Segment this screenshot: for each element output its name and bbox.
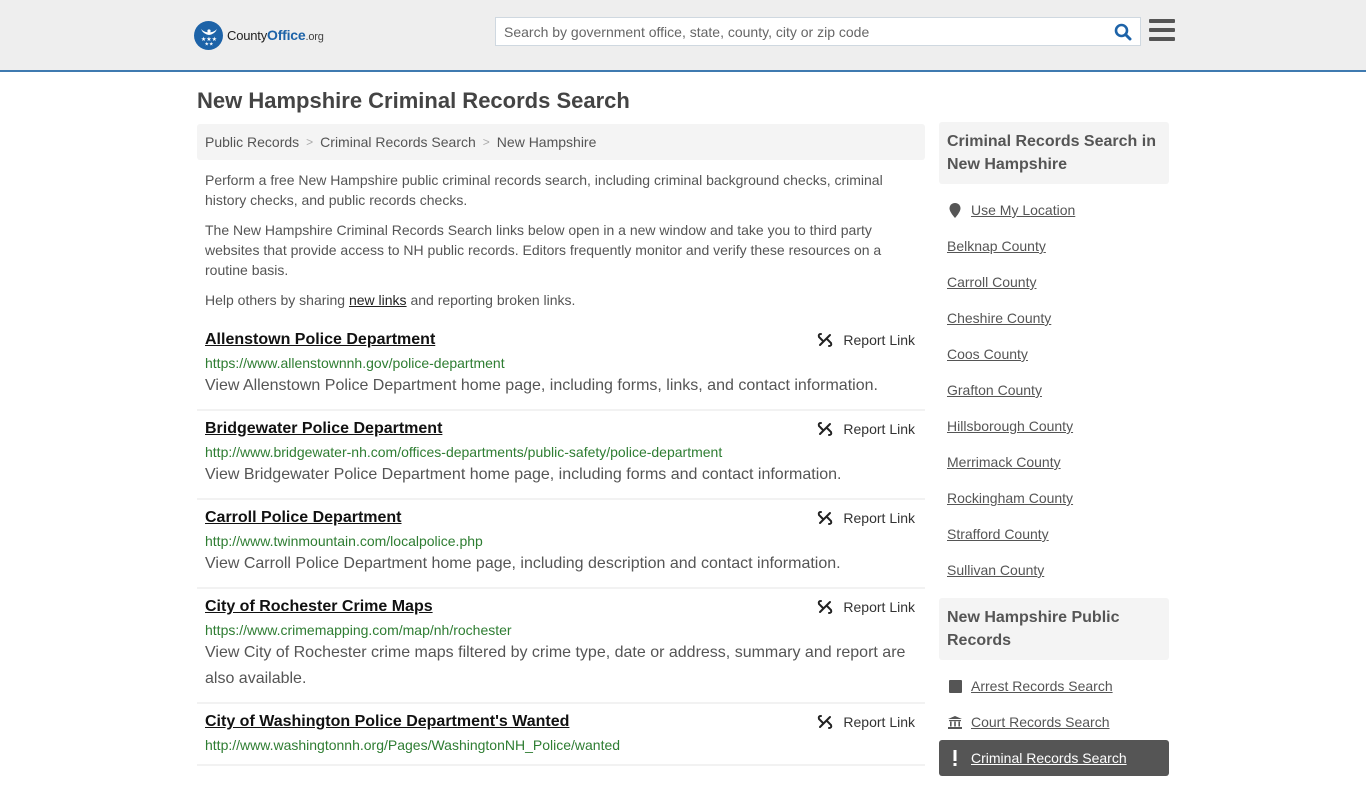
breadcrumb-public-records[interactable]: Public Records (205, 134, 299, 150)
logo-wordmark: CountyOffice.org (227, 27, 324, 43)
new-links-link[interactable]: new links (349, 292, 407, 308)
county-link[interactable]: Coos County (947, 346, 1028, 362)
sidebar-county-item[interactable]: Sullivan County (947, 552, 1169, 588)
sidebar-county-item[interactable]: Rockingham County (947, 480, 1169, 516)
intro-paragraph: Help others by sharing new links and rep… (205, 292, 576, 308)
map-marker-icon (947, 202, 963, 218)
sidebar-county-item[interactable]: Cheshire County (947, 300, 1169, 336)
sidebar-item-court-records[interactable]: Court Records Search (947, 704, 1169, 740)
report-link-button[interactable]: Report Link (817, 599, 915, 615)
results-list: Allenstown Police Department Report Link… (197, 322, 925, 766)
broken-link-icon (818, 333, 833, 347)
report-link-button[interactable]: Report Link (817, 510, 915, 526)
broken-link-icon (818, 715, 833, 729)
result-url: https://www.crimemapping.com/map/nh/roch… (205, 622, 512, 638)
intro-paragraph: The New Hampshire Criminal Records Searc… (205, 222, 882, 278)
square-icon (947, 679, 963, 693)
breadcrumb-separator: > (482, 135, 490, 149)
result-item: Bridgewater Police Department Report Lin… (197, 411, 925, 500)
courthouse-icon (947, 715, 963, 729)
county-link[interactable]: Rockingham County (947, 490, 1073, 506)
site-header: ★★★ ★★ CountyOffice.org (0, 0, 1366, 72)
result-url: http://www.bridgewater-nh.com/offices-de… (205, 444, 723, 460)
broken-link-icon (818, 422, 833, 436)
sidebar-county-item[interactable]: Belknap County (947, 228, 1169, 264)
site-search (495, 17, 1141, 46)
sidebar: Criminal Records Search in New Hampshire… (939, 122, 1169, 786)
sidebar-county-item[interactable]: Strafford County (947, 516, 1169, 552)
criminal-records-link[interactable]: Criminal Records Search (971, 750, 1127, 766)
sidebar-county-item[interactable]: Hillsborough County (947, 408, 1169, 444)
sidebar-county-item[interactable]: Coos County (947, 336, 1169, 372)
result-title-link[interactable]: Allenstown Police Department (205, 330, 435, 350)
result-description: View Allenstown Police Department home p… (205, 377, 878, 394)
breadcrumb-current: New Hampshire (496, 134, 597, 150)
sidebar-heading-criminal-records: Criminal Records Search in New Hampshire (939, 122, 1169, 184)
county-link[interactable]: Belknap County (947, 238, 1046, 254)
breadcrumb-separator: > (306, 135, 314, 149)
sidebar-item-arrest-records[interactable]: Arrest Records Search (947, 668, 1169, 704)
county-link[interactable]: Strafford County (947, 526, 1049, 542)
intro-paragraph: Perform a free New Hampshire public crim… (205, 172, 883, 208)
county-link[interactable]: Hillsborough County (947, 418, 1073, 434)
breadcrumb: Public Records > Criminal Records Search… (197, 124, 925, 160)
county-list: Use My Location Belknap County Carroll C… (939, 184, 1169, 598)
search-input[interactable] (496, 18, 1106, 45)
use-my-location-item[interactable]: Use My Location (947, 192, 1169, 228)
use-my-location-link[interactable]: Use My Location (971, 202, 1075, 218)
result-description: View Bridgewater Police Department home … (205, 466, 842, 483)
county-link[interactable]: Grafton County (947, 382, 1042, 398)
report-link-button[interactable]: Report Link (817, 421, 915, 437)
broken-link-icon (818, 511, 833, 525)
county-link[interactable]: Carroll County (947, 274, 1036, 290)
sidebar-county-item[interactable]: Merrimack County (947, 444, 1169, 480)
result-item: City of Washington Police Department's W… (197, 704, 925, 766)
svg-text:★★: ★★ (204, 42, 213, 47)
report-link-button[interactable]: Report Link (817, 332, 915, 348)
eagle-stars-logo-icon: ★★★ ★★ (194, 20, 223, 50)
exclamation-icon (947, 750, 963, 766)
sidebar-county-item[interactable]: Carroll County (947, 264, 1169, 300)
public-records-list: Arrest Records Search Court Records Sear… (939, 660, 1169, 786)
search-button[interactable] (1106, 18, 1140, 45)
county-link[interactable]: Merrimack County (947, 454, 1061, 470)
result-description: View City of Rochester crime maps filter… (205, 644, 906, 687)
result-url: http://www.twinmountain.com/localpolice.… (205, 533, 483, 549)
report-link-button[interactable]: Report Link (817, 714, 915, 730)
result-title-link[interactable]: Carroll Police Department (205, 508, 402, 528)
hamburger-menu-icon[interactable] (1149, 19, 1175, 43)
intro-text: Perform a free New Hampshire public crim… (205, 170, 915, 320)
county-link[interactable]: Sullivan County (947, 562, 1044, 578)
sidebar-heading-public-records: New Hampshire Public Records (939, 598, 1169, 660)
result-item: Allenstown Police Department Report Link… (197, 322, 925, 411)
broken-link-icon (818, 600, 833, 614)
sidebar-item-criminal-records[interactable]: Criminal Records Search (939, 740, 1169, 776)
result-title-link[interactable]: Bridgewater Police Department (205, 419, 442, 439)
arrest-records-link[interactable]: Arrest Records Search (971, 678, 1113, 694)
breadcrumb-criminal-records-search[interactable]: Criminal Records Search (320, 134, 476, 150)
site-logo[interactable]: ★★★ ★★ CountyOffice.org (194, 20, 324, 50)
county-link[interactable]: Cheshire County (947, 310, 1051, 326)
court-records-link[interactable]: Court Records Search (971, 714, 1110, 730)
search-icon (1114, 23, 1132, 40)
result-url: http://www.washingtonnh.org/Pages/Washin… (205, 737, 621, 753)
page-title: New Hampshire Criminal Records Search (197, 88, 630, 113)
result-item: Carroll Police Department Report Link ht… (197, 500, 925, 589)
result-url: https://www.allenstownnh.gov/police-depa… (205, 355, 505, 371)
result-title-link[interactable]: City of Washington Police Department's W… (205, 712, 569, 732)
result-item: City of Rochester Crime Maps Report Link… (197, 589, 925, 704)
result-description: View Carroll Police Department home page… (205, 555, 841, 572)
sidebar-county-item[interactable]: Grafton County (947, 372, 1169, 408)
result-title-link[interactable]: City of Rochester Crime Maps (205, 597, 433, 617)
